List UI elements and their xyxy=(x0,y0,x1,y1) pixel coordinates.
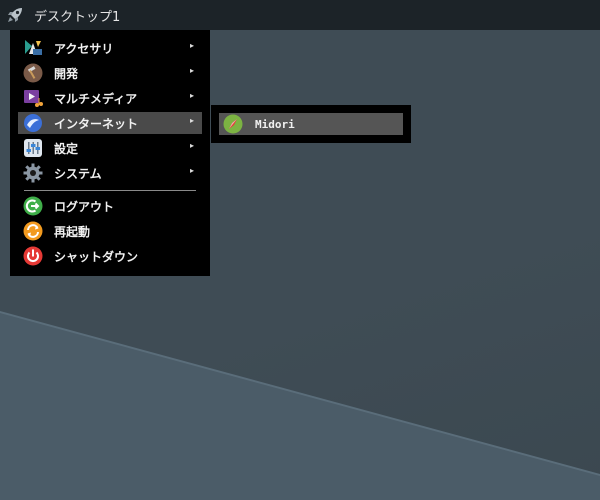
settings-icon xyxy=(23,138,43,158)
logout-icon xyxy=(23,196,43,216)
submenu-arrow-icon: ▸ xyxy=(189,91,194,100)
submenu-arrow-icon: ▸ xyxy=(189,141,194,150)
taskbar: デスクトップ1 xyxy=(0,0,600,30)
menu-item-label: 開発 xyxy=(54,66,79,81)
menu-item-internet[interactable]: インターネット ▸ xyxy=(18,112,202,134)
internet-submenu: Midori xyxy=(211,105,411,143)
menu-item-label: シャットダウン xyxy=(54,249,139,264)
menu-item-label: ログアウト xyxy=(54,199,115,214)
menu-separator xyxy=(24,190,196,191)
menu-item-label: システム xyxy=(54,166,102,181)
restart-icon xyxy=(23,221,43,241)
workspace-label[interactable]: デスクトップ1 xyxy=(34,6,120,25)
menu-item-label: 設定 xyxy=(54,141,79,156)
midori-icon xyxy=(223,114,243,134)
internet-icon xyxy=(23,113,43,133)
power-icon xyxy=(23,246,43,266)
menu-item-multimedia[interactable]: マルチメディア ▸ xyxy=(18,87,202,109)
submenu-item-label: Midori xyxy=(255,117,295,131)
development-icon xyxy=(23,63,43,83)
accessories-icon xyxy=(23,38,43,58)
submenu-arrow-icon: ▸ xyxy=(189,41,194,50)
submenu-item-midori[interactable]: Midori xyxy=(219,113,403,135)
submenu-arrow-icon: ▸ xyxy=(189,116,194,125)
menu-item-development[interactable]: 開発 ▸ xyxy=(18,62,202,84)
menu-item-accessories[interactable]: アクセサリ ▸ xyxy=(18,37,202,59)
menu-item-shutdown[interactable]: シャットダウン xyxy=(18,245,202,267)
menu-item-label: 再起動 xyxy=(54,224,91,239)
application-menu: アクセサリ ▸ 開発 ▸ マルチメディア ▸ インターネット ▸ 設定 ▸ シス… xyxy=(10,30,210,276)
menu-item-system[interactable]: システム ▸ xyxy=(18,162,202,184)
menu-item-label: インターネット xyxy=(54,116,139,131)
submenu-arrow-icon: ▸ xyxy=(189,166,194,175)
submenu-arrow-icon: ▸ xyxy=(189,66,194,75)
menu-item-logout[interactable]: ログアウト xyxy=(18,195,202,217)
menu-item-label: マルチメディア xyxy=(54,91,138,106)
gear-icon xyxy=(23,163,43,183)
menu-item-label: アクセサリ xyxy=(54,41,114,56)
multimedia-icon xyxy=(23,88,43,108)
menu-item-restart[interactable]: 再起動 xyxy=(18,220,202,242)
menu-item-settings[interactable]: 設定 ▸ xyxy=(18,137,202,159)
rocket-icon[interactable] xyxy=(0,0,30,30)
